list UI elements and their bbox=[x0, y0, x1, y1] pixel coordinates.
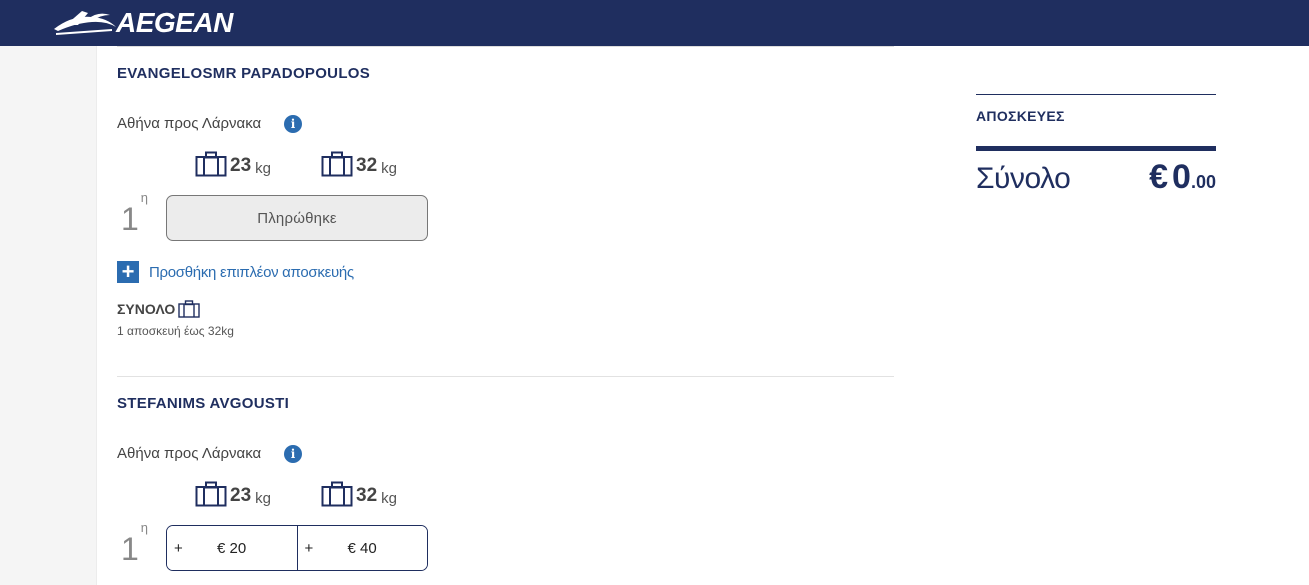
bag-price-selector: + € 20 + € 40 bbox=[166, 525, 428, 571]
aegean-logo[interactable]: AEGEAN bbox=[52, 6, 233, 40]
bag-ordinal: 1η bbox=[121, 520, 148, 568]
bag-option-23kg: 23 kg bbox=[195, 481, 271, 507]
baggage-main-panel: EVANGELOSMR PAPADOPOULOS Αθήνα προς Λάρν… bbox=[96, 46, 916, 585]
suitcase-icon bbox=[195, 151, 227, 177]
top-bar: AEGEAN bbox=[0, 0, 1309, 46]
bag-weight: 32 bbox=[356, 155, 378, 176]
route-label: Αθήνα προς Λάρνακα bbox=[117, 115, 262, 132]
summary-thick-rule bbox=[976, 146, 1216, 151]
bag-ordinal: 1η bbox=[121, 190, 148, 238]
bag-option-32kg: 32 kg bbox=[321, 481, 397, 507]
bag-unit: kg bbox=[255, 490, 271, 507]
total-integer: 0 bbox=[1172, 158, 1191, 196]
ordinal-suffix: η bbox=[140, 190, 149, 206]
plus-icon: + bbox=[117, 261, 139, 283]
summary-total-amount: €0.00 bbox=[1149, 158, 1216, 197]
summary-top-rule bbox=[976, 94, 1216, 95]
plus-sign: + bbox=[304, 540, 314, 557]
total-text: ΣΥΝΟΛΟ bbox=[117, 301, 176, 317]
ordinal-number: 1 bbox=[121, 531, 139, 567]
bag-weight: 32 bbox=[356, 485, 378, 506]
bag-total-description: 1 αποσκευή έως 32kg bbox=[117, 324, 234, 338]
price-value: € 20 bbox=[217, 540, 247, 557]
suitcase-icon bbox=[321, 481, 353, 507]
price-value: € 40 bbox=[347, 540, 377, 557]
top-divider bbox=[117, 46, 894, 47]
price-option-32kg[interactable]: + € 40 bbox=[296, 526, 427, 570]
info-icon[interactable]: i bbox=[284, 445, 302, 463]
currency-symbol: € bbox=[1149, 158, 1169, 196]
brand-name: AEGEAN bbox=[116, 7, 233, 38]
summary-sidebar: ΑΠΟΣΚΕΥΕΣ Σύνολο €0.00 bbox=[914, 46, 1309, 585]
add-extra-bag-link[interactable]: + Προσθήκη επιπλέον αποσκευής bbox=[117, 261, 354, 283]
paid-status-button[interactable]: Πληρώθηκε bbox=[166, 195, 428, 241]
bag-option-23kg: 23 kg bbox=[195, 151, 271, 177]
info-icon[interactable]: i bbox=[284, 115, 302, 133]
route-label: Αθήνα προς Λάρνακα bbox=[117, 445, 262, 462]
plus-sign: + bbox=[174, 540, 183, 557]
bag-unit: kg bbox=[381, 160, 397, 177]
summary-total-label: Σύνολο bbox=[976, 162, 1071, 195]
bag-weight: 23 bbox=[230, 155, 252, 176]
bag-unit: kg bbox=[381, 490, 397, 507]
bag-total-label: ΣΥΝΟΛΟ bbox=[117, 300, 200, 318]
suitcase-icon bbox=[178, 300, 200, 318]
passenger-divider bbox=[117, 376, 894, 377]
ordinal-number: 1 bbox=[121, 201, 139, 237]
suitcase-icon bbox=[195, 481, 227, 507]
ordinal-suffix: η bbox=[140, 520, 149, 536]
suitcase-icon bbox=[321, 151, 353, 177]
passenger-name: EVANGELOSMR PAPADOPOULOS bbox=[117, 65, 371, 82]
bag-weight: 23 bbox=[230, 485, 252, 506]
add-extra-bag-label: Προσθήκη επιπλέον αποσκευής bbox=[149, 263, 354, 281]
bag-option-32kg: 32 kg bbox=[321, 151, 397, 177]
summary-title: ΑΠΟΣΚΕΥΕΣ bbox=[976, 108, 1065, 124]
bag-unit: kg bbox=[255, 160, 271, 177]
total-decimals: .00 bbox=[1190, 172, 1216, 192]
passenger-name: STEFANIMS AVGOUSTI bbox=[117, 395, 290, 412]
aegean-logo-mark-icon bbox=[54, 11, 116, 35]
price-option-23kg[interactable]: + € 20 bbox=[167, 526, 297, 570]
